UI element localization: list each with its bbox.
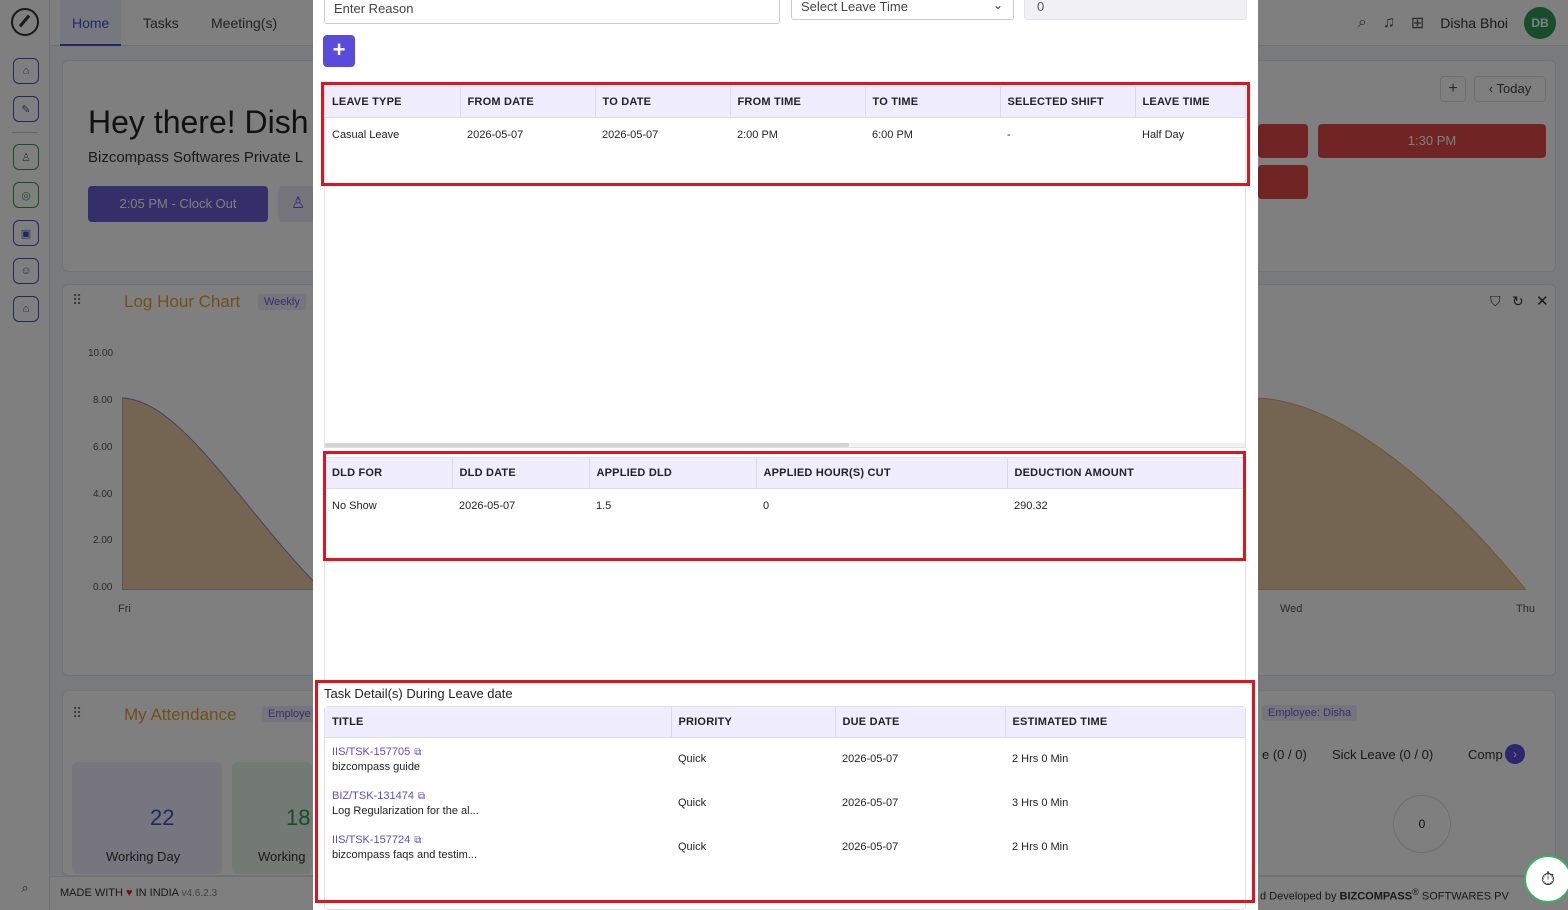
highlight-task-table: [315, 680, 1255, 903]
highlight-leave-table: [321, 82, 1250, 186]
stopwatch-icon[interactable]: ⏱: [1524, 855, 1568, 903]
add-row-button[interactable]: +: [323, 35, 355, 67]
scrollbar-thumb[interactable]: [325, 443, 850, 447]
highlight-dld-table: [323, 451, 1246, 561]
hours-value: 0: [1037, 0, 1045, 14]
chevron-down-icon: ⌄: [992, 0, 1003, 12]
hours-field: 0: [1024, 0, 1247, 20]
leave-time-select-label: Select Leave Time: [801, 0, 908, 14]
reason-placeholder: Enter Reason: [334, 1, 414, 16]
reason-textarea[interactable]: Enter Reason: [324, 0, 780, 24]
leave-time-select[interactable]: Select Leave Time ⌄: [791, 0, 1014, 20]
horizontal-scrollbar[interactable]: [325, 443, 1245, 447]
